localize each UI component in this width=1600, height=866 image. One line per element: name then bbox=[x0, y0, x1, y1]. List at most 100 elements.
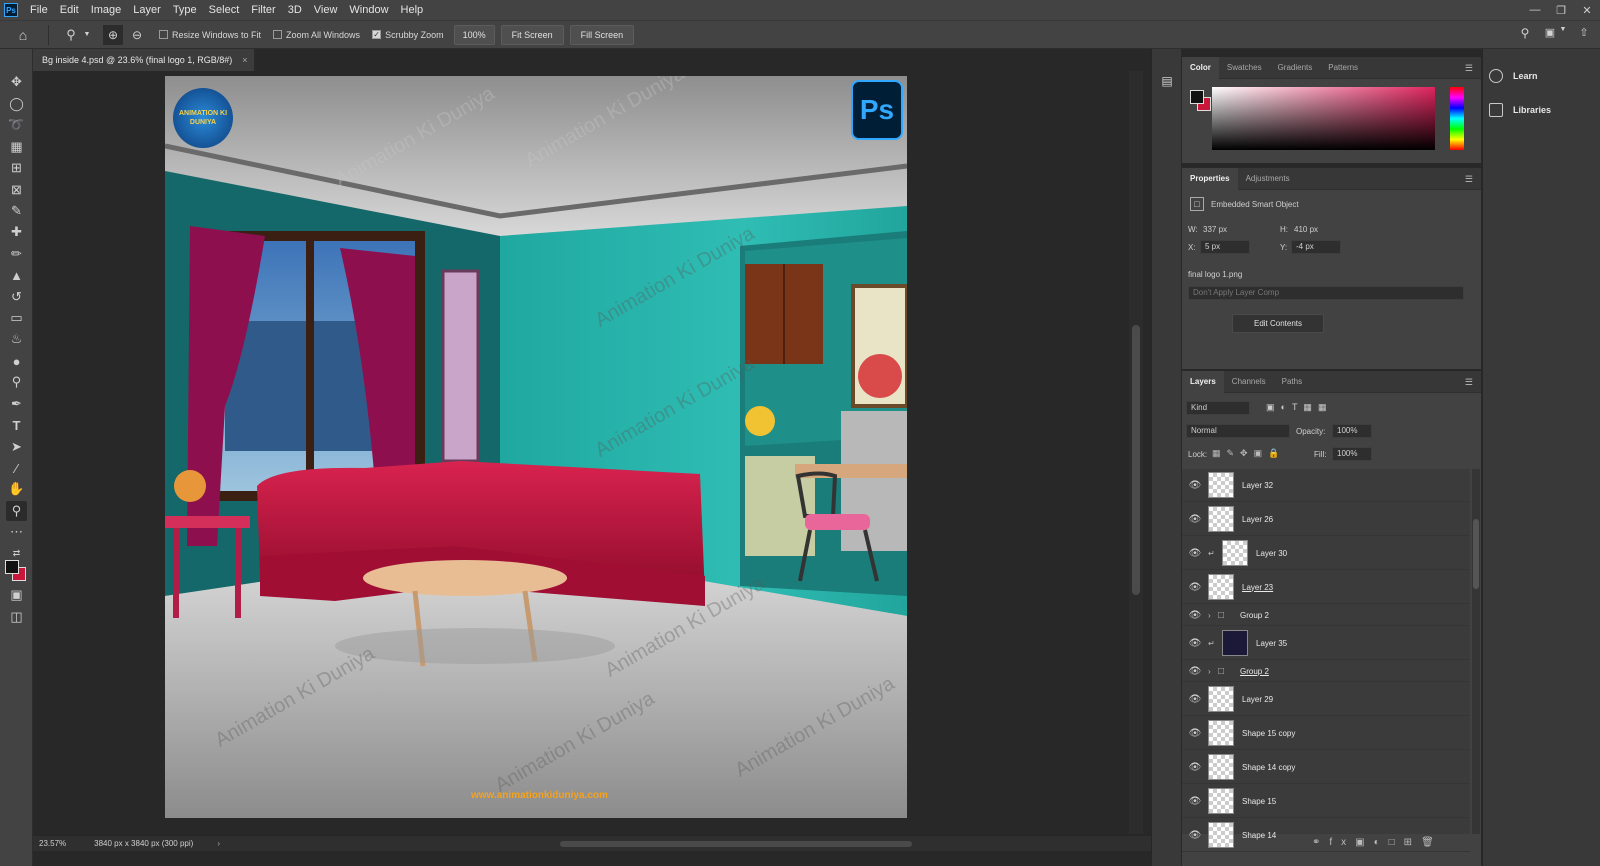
filter-icons[interactable]: ▣◐T▦▦ bbox=[1266, 402, 1332, 413]
chevron-down-icon[interactable]: ▼ bbox=[1558, 26, 1568, 33]
screen-mode-icon[interactable]: ◫ bbox=[6, 607, 27, 627]
tab-channels[interactable]: Channels bbox=[1224, 371, 1274, 393]
hue-slider[interactable] bbox=[1450, 87, 1464, 150]
layer-row[interactable]: 👁 Layer 23 bbox=[1182, 571, 1470, 604]
line-tool-icon[interactable]: ∕ bbox=[6, 458, 27, 478]
tab-properties[interactable]: Properties bbox=[1182, 167, 1238, 190]
y-position-field[interactable]: -4 px bbox=[1291, 240, 1341, 254]
menu-help[interactable]: Help bbox=[395, 0, 430, 20]
more-tools-icon[interactable]: ⋯ bbox=[6, 522, 27, 542]
tab-patterns[interactable]: Patterns bbox=[1320, 57, 1366, 79]
chevron-right-icon[interactable]: › bbox=[217, 839, 220, 848]
layer-row[interactable]: 👁 ↵ Layer 30 bbox=[1182, 537, 1470, 570]
opacity-field[interactable]: 100% bbox=[1332, 424, 1372, 438]
fit-screen-button[interactable]: Fit Screen bbox=[500, 24, 564, 45]
document-tab[interactable]: Bg inside 4.psd @ 23.6% (final logo 1, R… bbox=[33, 49, 255, 71]
home-icon[interactable]: ⌂ bbox=[12, 27, 34, 43]
panel-menu-icon[interactable]: ☰ bbox=[1465, 63, 1473, 74]
eye-icon[interactable]: 👁 bbox=[1182, 582, 1208, 593]
menu-window[interactable]: Window bbox=[343, 0, 394, 20]
eye-icon[interactable]: 👁 bbox=[1182, 796, 1208, 807]
brush-tool-icon[interactable]: ✏ bbox=[6, 244, 27, 264]
canvas-image[interactable]: Animation Ki Duniya Animation Ki Duniya … bbox=[165, 76, 907, 818]
zoom-100-button[interactable]: 100% bbox=[453, 24, 495, 45]
tab-adjustments[interactable]: Adjustments bbox=[1238, 168, 1298, 190]
quick-mask-icon[interactable]: ▣ bbox=[6, 585, 27, 605]
tab-color[interactable]: Color bbox=[1182, 56, 1219, 79]
layer-group-row[interactable]: 👁 › □ Group 2 bbox=[1182, 605, 1470, 626]
lock-icons[interactable]: ▦✎✥▣🔒 bbox=[1212, 448, 1285, 459]
fill-screen-button[interactable]: Fill Screen bbox=[569, 24, 635, 45]
tab-paths[interactable]: Paths bbox=[1274, 371, 1310, 393]
tab-gradients[interactable]: Gradients bbox=[1270, 57, 1321, 79]
close-icon[interactable]: ✕ bbox=[1574, 0, 1600, 20]
zoom-in-icon[interactable]: ⊕ bbox=[103, 24, 123, 45]
path-selection-icon[interactable]: ➤ bbox=[6, 437, 27, 457]
learn-button[interactable]: Learn bbox=[1489, 69, 1538, 83]
foreground-color-swatch[interactable] bbox=[5, 560, 19, 574]
eye-icon[interactable]: 👁 bbox=[1182, 480, 1208, 491]
layers-scrollbar[interactable] bbox=[1472, 469, 1480, 834]
share-icon[interactable]: ⇧ bbox=[1576, 26, 1592, 39]
eyedropper-icon[interactable]: ✎ bbox=[6, 201, 27, 221]
close-tab-icon[interactable]: × bbox=[242, 55, 247, 65]
workspace-icon[interactable]: ▣ bbox=[1542, 26, 1558, 39]
foreground-color-swatch[interactable] bbox=[1190, 90, 1204, 104]
horizontal-scrollbar[interactable] bbox=[560, 841, 912, 847]
layer-row[interactable]: 👁 Shape 14 copy bbox=[1182, 751, 1470, 784]
width-value[interactable]: 337 px bbox=[1203, 225, 1227, 234]
minimize-icon[interactable]: — bbox=[1522, 0, 1548, 20]
tab-swatches[interactable]: Swatches bbox=[1219, 57, 1270, 79]
chevron-right-icon[interactable]: › bbox=[1208, 611, 1218, 620]
zoom-readout[interactable]: 23.57% bbox=[39, 839, 66, 848]
tab-layers[interactable]: Layers bbox=[1182, 371, 1224, 393]
menu-image[interactable]: Image bbox=[85, 0, 128, 20]
layer-group-row[interactable]: 👁 › □ Group 2 bbox=[1182, 661, 1470, 682]
eye-icon[interactable]: 👁 bbox=[1182, 514, 1208, 525]
history-panel-icon[interactable]: ▤ bbox=[1152, 71, 1182, 91]
chevron-down-icon[interactable]: ▼ bbox=[83, 31, 91, 38]
dodge-tool-icon[interactable]: ⚲ bbox=[6, 372, 27, 392]
pen-tool-icon[interactable]: ✒ bbox=[6, 394, 27, 414]
layer-row[interactable]: 👁 Layer 32 bbox=[1182, 469, 1470, 502]
type-tool-icon[interactable]: T bbox=[6, 415, 27, 435]
layer-row[interactable]: 👁 ↵ Layer 35 bbox=[1182, 627, 1470, 660]
filter-kind-select[interactable]: Kind bbox=[1186, 401, 1250, 415]
menu-type[interactable]: Type bbox=[167, 0, 203, 20]
layers-footer-icons[interactable]: ⚭fx▣◐□⊞🗑 bbox=[1312, 837, 1443, 848]
layer-row[interactable]: 👁 Shape 15 copy bbox=[1182, 717, 1470, 750]
eye-icon[interactable]: 👁 bbox=[1182, 610, 1208, 621]
panel-menu-icon[interactable]: ☰ bbox=[1465, 174, 1473, 185]
x-position-field[interactable]: 5 px bbox=[1200, 240, 1250, 254]
eye-icon[interactable]: 👁 bbox=[1182, 548, 1208, 559]
fill-field[interactable]: 100% bbox=[1332, 447, 1372, 461]
menu-view[interactable]: View bbox=[308, 0, 344, 20]
eye-icon[interactable]: 👁 bbox=[1182, 638, 1208, 649]
zoom-tool-icon[interactable]: ⚲ bbox=[6, 501, 27, 521]
height-value[interactable]: 410 px bbox=[1294, 225, 1318, 234]
layer-row[interactable]: 👁 Shape 15 bbox=[1182, 785, 1470, 818]
menu-filter[interactable]: Filter bbox=[245, 0, 281, 20]
frame-tool-icon[interactable]: ⊠ bbox=[6, 180, 27, 200]
hand-tool-icon[interactable]: ✋ bbox=[6, 479, 27, 499]
menu-3d[interactable]: 3D bbox=[282, 0, 308, 20]
eraser-icon[interactable]: ▭ bbox=[6, 308, 27, 328]
menu-layer[interactable]: Layer bbox=[127, 0, 167, 20]
edit-contents-button[interactable]: Edit Contents bbox=[1232, 314, 1324, 333]
scrubby-zoom-checkbox[interactable]: ✓ Scrubby Zoom bbox=[372, 30, 444, 40]
zoom-all-windows-checkbox[interactable]: Zoom All Windows bbox=[273, 30, 360, 40]
crop-tool-icon[interactable]: ⊞ bbox=[6, 158, 27, 178]
restore-icon[interactable]: ❐ bbox=[1548, 0, 1574, 20]
zoom-out-icon[interactable]: ⊖ bbox=[127, 28, 147, 42]
lasso-tool-icon[interactable]: ➰ bbox=[6, 115, 27, 135]
panel-menu-icon[interactable]: ☰ bbox=[1465, 377, 1473, 388]
resize-windows-checkbox[interactable]: Resize Windows to Fit bbox=[159, 30, 261, 40]
zoom-tool-preset-icon[interactable]: ⚲ bbox=[59, 27, 83, 43]
healing-brush-icon[interactable]: ✚ bbox=[6, 222, 27, 242]
libraries-button[interactable]: Libraries bbox=[1489, 103, 1551, 117]
menu-edit[interactable]: Edit bbox=[54, 0, 85, 20]
blur-tool-icon[interactable]: ● bbox=[6, 351, 27, 371]
color-picker-field[interactable] bbox=[1212, 87, 1435, 150]
stamp-tool-icon[interactable]: ▲ bbox=[6, 265, 27, 285]
eye-icon[interactable]: 👁 bbox=[1182, 728, 1208, 739]
